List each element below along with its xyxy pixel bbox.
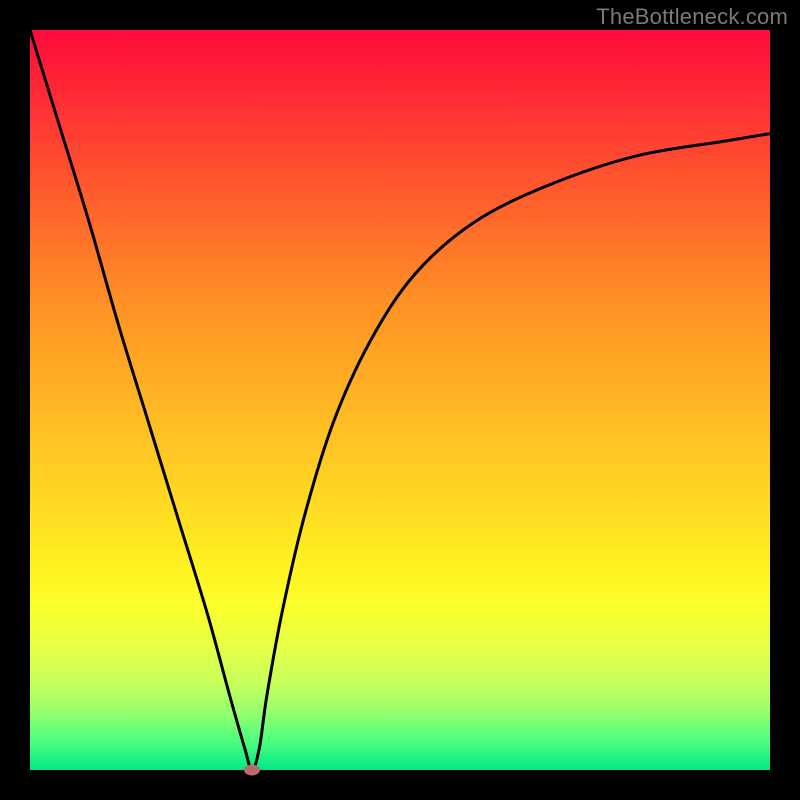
chart-frame: TheBottleneck.com [0,0,800,800]
bottleneck-curve [30,30,770,770]
watermark-text: TheBottleneck.com [596,4,788,30]
optimum-marker [244,765,260,776]
plot-area [30,30,770,770]
